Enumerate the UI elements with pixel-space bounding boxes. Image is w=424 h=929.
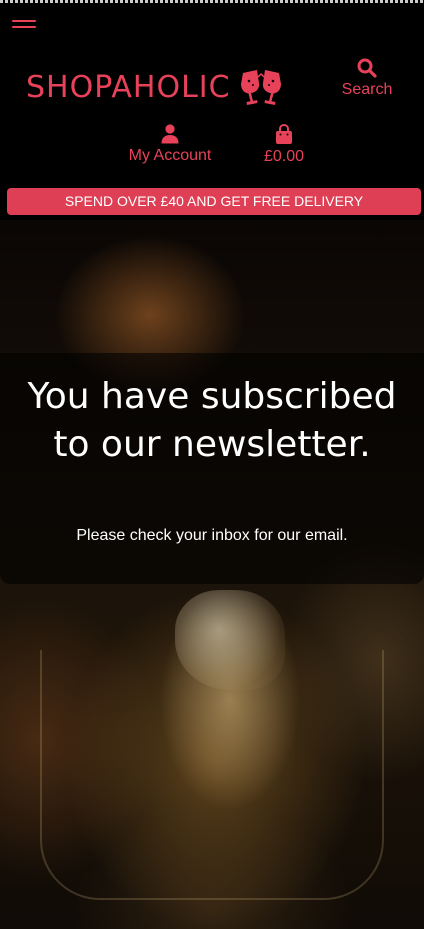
cart-total: £0.00 (263, 148, 305, 165)
confirmation-heading: You have subscribed to our newsletter. (27, 376, 397, 465)
search-icon (357, 58, 377, 78)
confirmation-message: Please check your inbox for our email. (76, 527, 348, 544)
free-delivery-promo-bar[interactable]: SPEND OVER £40 AND GET FREE DELIVERY (7, 188, 421, 215)
hamburger-menu-icon[interactable] (12, 18, 36, 30)
search-label: Search (341, 81, 393, 98)
my-account-button[interactable]: My Account (116, 124, 224, 165)
subscription-confirmation-panel: You have subscribed to our newsletter. P… (0, 353, 424, 584)
page: SHOPAHOLIC Search My Account £0.00 SPEND… (0, 0, 424, 929)
cocktail-glasses-icon (240, 70, 281, 105)
logo-text: SHOPAHOLIC (26, 70, 231, 105)
promo-text: SPEND OVER £40 AND GET FREE DELIVERY (64, 193, 364, 209)
shopping-bag-icon (276, 124, 292, 144)
user-icon (161, 124, 179, 144)
site-logo[interactable]: SHOPAHOLIC (26, 68, 283, 108)
top-dashed-border (0, 0, 424, 3)
cart-button[interactable]: £0.00 (252, 124, 316, 166)
glass-outline (40, 650, 384, 900)
account-label: My Account (128, 147, 212, 164)
search-button[interactable]: Search (336, 58, 398, 99)
